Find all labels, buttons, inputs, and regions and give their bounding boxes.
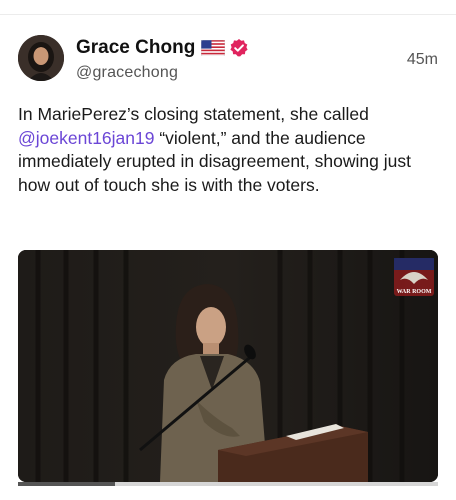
avatar[interactable] [18, 35, 64, 81]
us-flag-icon [201, 39, 226, 57]
mention-link[interactable]: @joekent16jan19 [18, 128, 154, 148]
war-room-logo: WAR ROOM [394, 258, 434, 296]
author-display-name[interactable]: Grace Chong [76, 37, 195, 59]
post-text: In MariePerez’s closing statement, she c… [18, 103, 443, 197]
video-media[interactable]: WAR ROOM [18, 250, 438, 482]
author-name-row[interactable]: Grace Chong [76, 37, 249, 59]
top-divider [0, 14, 456, 15]
video-progress-fill [18, 482, 115, 486]
post-timestamp: 45m [406, 51, 438, 68]
author-handle[interactable]: @gracechong [76, 64, 178, 82]
svg-text:WAR ROOM: WAR ROOM [397, 289, 432, 295]
post-text-before: In MariePerez’s closing statement, she c… [18, 104, 369, 124]
video-progress-bar[interactable] [18, 482, 438, 486]
verified-badge-icon [229, 38, 249, 58]
